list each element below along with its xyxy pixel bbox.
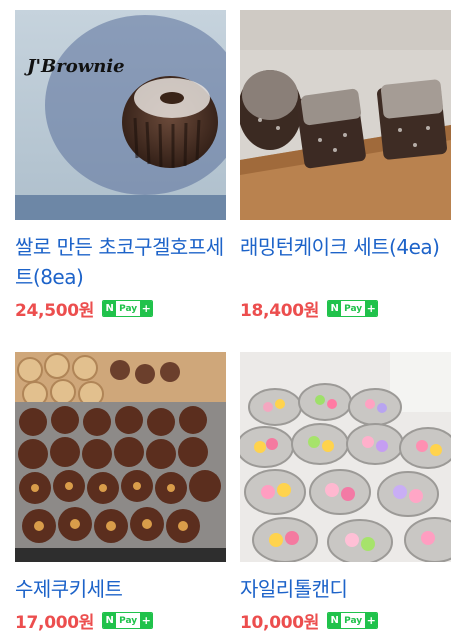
plus-icon: + — [365, 613, 378, 628]
naver-n-icon: N — [328, 301, 342, 316]
product-image[interactable] — [240, 10, 451, 220]
product-grid: J'Brownie 쌀로 만든 초코구겔호프세트(8ea) 24,500원 N … — [0, 0, 459, 639]
pay-label: Pay — [119, 615, 138, 626]
product-title[interactable]: 수제쿠키세트 — [15, 574, 226, 604]
product-title[interactable]: 쌀로 만든 초코구겔호프세트(8ea) — [15, 232, 226, 292]
pay-label: Pay — [119, 303, 138, 314]
naver-n-icon: N — [103, 613, 117, 628]
product-image[interactable] — [15, 352, 226, 562]
price-row: 18,400원 N Pay + — [240, 296, 451, 321]
product-price: 24,500원 — [15, 301, 95, 321]
product-image[interactable] — [240, 352, 451, 562]
pay-label: Pay — [344, 303, 363, 314]
price-row: 10,000원 N Pay + — [240, 608, 451, 633]
naver-pay-badge: N Pay + — [102, 612, 154, 629]
price-row: 24,500원 N Pay + — [15, 296, 226, 321]
product-price: 18,400원 — [240, 301, 320, 321]
product-image[interactable]: J'Brownie — [15, 10, 226, 220]
plus-icon: + — [140, 301, 153, 316]
pay-label: Pay — [344, 615, 363, 626]
naver-n-icon: N — [328, 613, 342, 628]
product-title[interactable]: 래밍턴케이크 세트(4ea) — [240, 232, 451, 292]
plus-icon: + — [365, 301, 378, 316]
product-title[interactable]: 자일리톨캔디 — [240, 574, 451, 604]
plus-icon: + — [140, 613, 153, 628]
product-card[interactable]: J'Brownie 쌀로 만든 초코구겔호프세트(8ea) 24,500원 N … — [15, 10, 226, 321]
product-card[interactable]: 래밍턴케이크 세트(4ea) 18,400원 N Pay + — [240, 10, 451, 321]
product-price: 17,000원 — [15, 613, 95, 633]
naver-pay-badge: N Pay + — [327, 300, 379, 317]
price-row: 17,000원 N Pay + — [15, 608, 226, 633]
product-card[interactable]: 자일리톨캔디 10,000원 N Pay + — [240, 352, 451, 633]
product-price: 10,000원 — [240, 613, 320, 633]
naver-pay-badge: N Pay + — [102, 300, 154, 317]
naver-n-icon: N — [103, 301, 117, 316]
product-card[interactable]: 수제쿠키세트 17,000원 N Pay + — [15, 352, 226, 633]
naver-pay-badge: N Pay + — [327, 612, 379, 629]
brand-logo: J'Brownie — [24, 56, 125, 77]
